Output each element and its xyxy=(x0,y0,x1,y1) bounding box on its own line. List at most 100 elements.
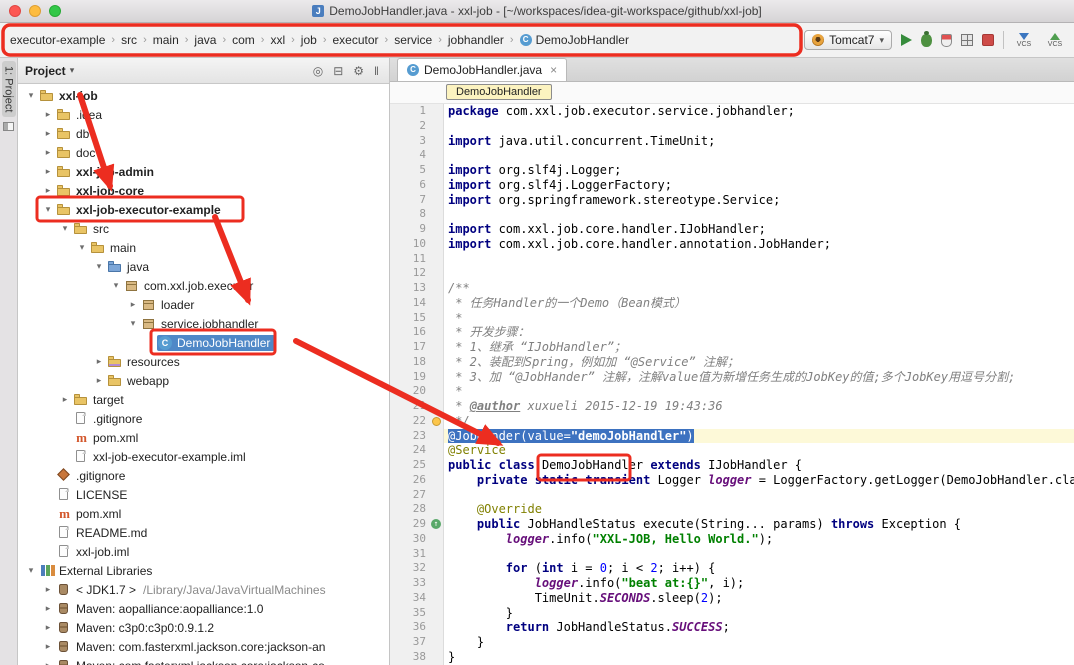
tree-collapsed-arrow-icon[interactable]: ▸ xyxy=(41,641,55,652)
minimize-window-button[interactable] xyxy=(29,5,41,17)
breadcrumb-item[interactable]: executor xyxy=(328,31,382,49)
tree-expanded-arrow-icon[interactable]: ▾ xyxy=(41,204,55,215)
code-line-16[interactable]: 16 * 开发步骤： xyxy=(390,325,1074,340)
code-line-2[interactable]: 2 xyxy=(390,119,1074,134)
tree-collapsed-arrow-icon[interactable]: ▸ xyxy=(41,584,55,595)
code-line-34[interactable]: 34 TimeUnit.SECONDS.sleep(2); xyxy=(390,591,1074,606)
tree-item-gitignore[interactable]: .gitignore xyxy=(18,466,389,485)
code-line-30[interactable]: 30 logger.info("XXL-JOB, Hello World."); xyxy=(390,532,1074,547)
tree-item-xxl-job[interactable]: ▾xxl-job xyxy=(18,86,389,105)
code-line-15[interactable]: 15 * xyxy=(390,311,1074,326)
run-configuration-select[interactable]: Tomcat7 ▾ xyxy=(804,30,892,50)
code-line-14[interactable]: 14 * 任务Handler的一个Demo（Bean模式） xyxy=(390,296,1074,311)
code-line-7[interactable]: 7import org.springframework.stereotype.S… xyxy=(390,193,1074,208)
code-line-26[interactable]: 26 private static transient Logger logge… xyxy=(390,473,1074,488)
locate-icon[interactable]: ◎ xyxy=(310,64,326,78)
editor-tab[interactable]: C DemoJobHandler.java × xyxy=(397,58,567,81)
breadcrumb-item[interactable]: main xyxy=(149,31,183,49)
tree-expanded-arrow-icon[interactable]: ▾ xyxy=(126,318,140,329)
tree-collapsed-arrow-icon[interactable]: ▸ xyxy=(58,394,72,405)
code-line-21[interactable]: 21 * @author xuxueli 2015-12-19 19:43:36 xyxy=(390,399,1074,414)
tree-collapsed-arrow-icon[interactable]: ▸ xyxy=(41,185,55,196)
tree-expanded-arrow-icon[interactable]: ▾ xyxy=(75,242,89,253)
settings-gear-icon[interactable]: ⚙ xyxy=(350,64,367,78)
tree-item-db[interactable]: ▸db xyxy=(18,124,389,143)
coverage-button[interactable] xyxy=(941,34,952,47)
tree-item-jdk1-7[interactable]: ▸< JDK1.7 >/Library/Java/JavaVirtualMach… xyxy=(18,580,389,599)
tree-item-webapp[interactable]: ▸webapp xyxy=(18,371,389,390)
code-line-28[interactable]: 28 @Override xyxy=(390,502,1074,517)
code-line-23[interactable]: 23@JobHander(value="demoJobHandler") xyxy=(390,429,1074,444)
breadcrumb-item[interactable]: xxl xyxy=(266,31,289,49)
tree-item-demojobhandler[interactable]: CDemoJobHandler xyxy=(18,333,389,352)
tree-collapsed-arrow-icon[interactable]: ▸ xyxy=(41,109,55,120)
tool-window-icon[interactable] xyxy=(3,122,14,131)
tree-item-xxl-job-admin[interactable]: ▸xxl-job-admin xyxy=(18,162,389,181)
tree-item-xxl-job-core[interactable]: ▸xxl-job-core xyxy=(18,181,389,200)
code-line-10[interactable]: 10import com.xxl.job.core.handler.annota… xyxy=(390,237,1074,252)
tree-item-maven-aopalliance-aopalliance-1-0[interactable]: ▸Maven: aopalliance:aopalliance:1.0 xyxy=(18,599,389,618)
code-line-1[interactable]: 1package com.xxl.job.executor.service.jo… xyxy=(390,104,1074,119)
debug-button[interactable] xyxy=(921,34,932,47)
tree-item-com-xxl-job-executor[interactable]: ▾com.xxl.job.executor xyxy=(18,276,389,295)
code-line-35[interactable]: 35 } xyxy=(390,606,1074,621)
breadcrumb-item[interactable]: jobhandler xyxy=(444,31,508,49)
code-line-32[interactable]: 32 for (int i = 0; i < 2; i++) { xyxy=(390,561,1074,576)
breadcrumb-item[interactable]: CDemoJobHandler xyxy=(516,31,633,49)
tree-collapsed-arrow-icon[interactable]: ▸ xyxy=(41,660,55,665)
code-line-37[interactable]: 37 } xyxy=(390,635,1074,650)
code-line-24[interactable]: 24@Service xyxy=(390,443,1074,458)
tree-item-loader[interactable]: ▸loader xyxy=(18,295,389,314)
tree-item-doc[interactable]: ▸doc xyxy=(18,143,389,162)
tree-item-license[interactable]: LICENSE xyxy=(18,485,389,504)
code-line-22[interactable]: 22 */ xyxy=(390,414,1074,429)
tree-item-xxl-job-iml[interactable]: xxl-job.iml xyxy=(18,542,389,561)
breadcrumb-item[interactable]: service xyxy=(390,31,436,49)
tree-collapsed-arrow-icon[interactable]: ▸ xyxy=(92,356,106,367)
breadcrumb-item[interactable]: job xyxy=(297,31,321,49)
tree-collapsed-arrow-icon[interactable]: ▸ xyxy=(41,128,55,139)
tree-item-gitignore[interactable]: .gitignore xyxy=(18,409,389,428)
code-line-20[interactable]: 20 * xyxy=(390,384,1074,399)
tree-item-maven-com-fasterxml-jackson-core-jackson-an[interactable]: ▸Maven: com.fasterxml.jackson.core:jacks… xyxy=(18,637,389,656)
run-button[interactable] xyxy=(901,34,912,46)
tree-item-maven-c3p0-c3p0-0-9-1-2[interactable]: ▸Maven: c3p0:c3p0:0.9.1.2 xyxy=(18,618,389,637)
tree-item-readme-md[interactable]: README.md xyxy=(18,523,389,542)
collapse-all-icon[interactable]: ⊟ xyxy=(330,64,346,78)
tree-collapsed-arrow-icon[interactable]: ▸ xyxy=(41,147,55,158)
vcs-commit-button[interactable]: VCS xyxy=(1044,33,1066,48)
breadcrumb-chip[interactable]: DemoJobHandler xyxy=(446,84,552,100)
breadcrumb-item[interactable]: executor-example xyxy=(6,31,109,49)
code-line-19[interactable]: 19 * 3、加 “@JobHander” 注解，注解value值为新增任务生成… xyxy=(390,370,1074,385)
tree-expanded-arrow-icon[interactable]: ▾ xyxy=(24,90,38,101)
close-window-button[interactable] xyxy=(9,5,21,17)
code-line-31[interactable]: 31 xyxy=(390,547,1074,562)
tree-expanded-arrow-icon[interactable]: ▾ xyxy=(24,565,38,576)
intention-bulb-icon[interactable] xyxy=(432,417,441,426)
tree-collapsed-arrow-icon[interactable]: ▸ xyxy=(41,603,55,614)
code-line-6[interactable]: 6import org.slf4j.LoggerFactory; xyxy=(390,178,1074,193)
tree-expanded-arrow-icon[interactable]: ▾ xyxy=(92,261,106,272)
code-line-13[interactable]: 13/** xyxy=(390,281,1074,296)
breadcrumb-item[interactable]: com xyxy=(228,31,259,49)
code-line-3[interactable]: 3import java.util.concurrent.TimeUnit; xyxy=(390,134,1074,149)
tree-expanded-arrow-icon[interactable]: ▾ xyxy=(58,223,72,234)
tree-item-xxl-job-executor-example[interactable]: ▾xxl-job-executor-example xyxy=(18,200,389,219)
tree-item-resources[interactable]: ▸resources xyxy=(18,352,389,371)
code-line-33[interactable]: 33 logger.info("beat at:{}", i); xyxy=(390,576,1074,591)
tree-item-java[interactable]: ▾java xyxy=(18,257,389,276)
code-line-36[interactable]: 36 return JobHandleStatus.SUCCESS; xyxy=(390,620,1074,635)
override-gutter-icon[interactable]: ↑ xyxy=(431,519,441,529)
tree-item-service-jobhandler[interactable]: ▾service.jobhandler xyxy=(18,314,389,333)
code-line-11[interactable]: 11 xyxy=(390,252,1074,267)
tree-collapsed-arrow-icon[interactable]: ▸ xyxy=(126,299,140,310)
tree-expanded-arrow-icon[interactable]: ▾ xyxy=(109,280,123,291)
stop-button[interactable] xyxy=(982,34,994,46)
code-line-17[interactable]: 17 * 1、继承 “IJobHandler”； xyxy=(390,340,1074,355)
breadcrumb-item[interactable]: java xyxy=(190,31,220,49)
tree-collapsed-arrow-icon[interactable]: ▸ xyxy=(41,166,55,177)
code-line-8[interactable]: 8 xyxy=(390,207,1074,222)
code-line-27[interactable]: 27 xyxy=(390,488,1074,503)
tree-item-main[interactable]: ▾main xyxy=(18,238,389,257)
tool-matrix-button[interactable] xyxy=(961,34,973,46)
